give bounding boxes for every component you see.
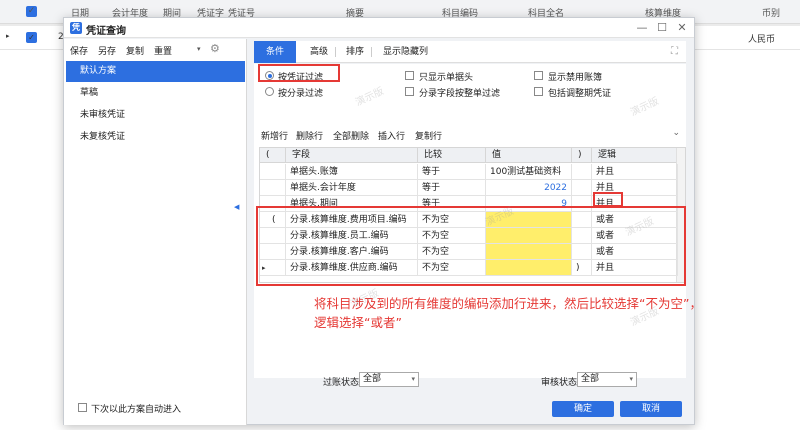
reset-button[interactable]: 重置	[154, 44, 172, 57]
audit-status-value: 全部	[581, 374, 600, 384]
scheme-panel: 保存 另存 复制 重置 ▾ ⚙ 默认方案 草稿 未审核凭证 未复核凭证 下次以此…	[64, 39, 247, 425]
expand-icon[interactable]: ⛶	[671, 46, 678, 57]
include-adjust-checkbox[interactable]	[534, 87, 543, 96]
cell-field[interactable]: 单据头.会计年度	[286, 180, 418, 196]
grid-menu-icon[interactable]: ⌄	[672, 128, 680, 138]
cell-logic[interactable]: 并且	[592, 164, 678, 180]
col-close-paren: )	[572, 148, 592, 163]
dialog-title: 凭证查询	[86, 26, 126, 37]
scheme-item-default[interactable]: 默认方案	[66, 61, 245, 82]
cell-compare[interactable]: 等于	[418, 180, 486, 196]
scheme-item-unaudited[interactable]: 未审核凭证	[66, 105, 245, 126]
entry-filter-label: 分录字段按整单过滤	[419, 89, 501, 99]
by-entry-label[interactable]: 按分录过滤	[278, 86, 323, 99]
entry-filter-checkbox[interactable]	[405, 87, 414, 96]
save-as-button[interactable]: 另存	[98, 44, 116, 57]
delete-row-button[interactable]: 删除行	[296, 129, 323, 142]
audit-status-select[interactable]: 全部 ▾	[577, 372, 637, 387]
auto-enter-checkbox[interactable]	[78, 403, 87, 412]
cell-close-paren[interactable]	[572, 164, 592, 180]
header-only-label: 只显示单据头	[419, 73, 474, 83]
show-disabled-label: 显示禁用账簿	[548, 73, 603, 83]
insert-row-button[interactable]: 插入行	[378, 129, 405, 142]
by-entry-radio[interactable]	[265, 87, 274, 96]
tab-separator	[371, 47, 372, 57]
tab-show-hide-columns[interactable]: 显示隐藏列	[373, 41, 438, 63]
more-dropdown-icon[interactable]: ▾	[197, 45, 201, 53]
tab-advanced[interactable]: 高级	[300, 41, 338, 63]
highlight-box-voucher	[258, 64, 340, 82]
bg-col-currency: 币别	[762, 9, 781, 19]
cell-field[interactable]: 单据头.账簿	[286, 164, 418, 180]
cell-value[interactable]: 2022	[486, 180, 572, 196]
col-logic: 逻辑	[592, 148, 678, 163]
post-status-select[interactable]: 全部 ▾	[359, 372, 419, 387]
delete-all-button[interactable]: 全部删除	[333, 129, 369, 142]
col-field: 字段	[286, 148, 418, 163]
collapse-left-icon[interactable]: ◀	[234, 203, 239, 211]
col-open-paren: (	[260, 148, 286, 163]
save-button[interactable]: 保存	[70, 44, 88, 57]
col-compare: 比较	[418, 148, 486, 163]
copy-button[interactable]: 复制	[126, 44, 144, 57]
ok-button[interactable]: 确定	[552, 401, 614, 417]
tab-sort[interactable]: 排序	[336, 41, 374, 63]
cell-open-paren[interactable]	[260, 180, 286, 196]
condition-tabs: 条件 高级 排序 显示隐藏列 ⛶	[254, 41, 686, 63]
voucher-query-dialog: 凭 凭证查询 — ☐ ✕ 保存 另存 复制 重置 ▾ ⚙ 默认方案 草稿 未审核…	[63, 17, 702, 425]
scheme-item-draft[interactable]: 草稿	[66, 83, 245, 104]
chevron-down-icon: ▾	[411, 375, 415, 383]
cancel-button[interactable]: 取消	[620, 401, 682, 417]
add-row-button[interactable]: 新增行	[261, 129, 288, 142]
auto-enter-label: 下次以此方案自动进入	[91, 405, 182, 415]
copy-row-button[interactable]: 复制行	[415, 129, 442, 142]
header-only-checkbox[interactable]	[405, 71, 414, 80]
close-button[interactable]: ✕	[674, 20, 690, 36]
gear-icon[interactable]: ⚙	[210, 42, 220, 55]
row-checkbox[interactable]: ✓	[26, 32, 37, 43]
scheme-item-unreviewed[interactable]: 未复核凭证	[66, 127, 245, 148]
condition-content: 按凭证过滤 按分录过滤 只显示单据头 分录字段按整单过滤 显示禁用账簿 包括调整…	[254, 64, 702, 388]
audit-status-label: 审核状态	[541, 378, 578, 388]
cell-compare[interactable]: 等于	[418, 164, 486, 180]
show-disabled-checkbox[interactable]	[534, 71, 543, 80]
chevron-down-icon: ▾	[629, 375, 633, 383]
cell-close-paren[interactable]	[572, 180, 592, 196]
tab-conditions[interactable]: 条件	[254, 41, 296, 63]
highlight-box-dimension-rows	[256, 206, 686, 286]
row-indicator: ▸	[6, 32, 10, 40]
bg-row-currency: 人民币	[748, 35, 776, 45]
minimize-button[interactable]: —	[634, 20, 650, 36]
post-status-value: 全部	[363, 374, 382, 384]
cell-open-paren[interactable]	[260, 164, 286, 180]
include-adjust-label: 包括调整期凭证	[548, 89, 612, 99]
post-status-label: 过账状态	[323, 378, 360, 388]
highlight-box-logic	[593, 192, 623, 207]
maximize-button[interactable]: ☐	[654, 20, 670, 36]
select-all-checkbox[interactable]: ✓	[26, 6, 37, 17]
col-value: 值	[486, 148, 572, 163]
cell-value[interactable]: 100测试基础资料	[486, 164, 572, 180]
app-icon: 凭	[70, 22, 82, 34]
dialog-titlebar[interactable]: 凭 凭证查询 — ☐ ✕	[64, 18, 694, 38]
